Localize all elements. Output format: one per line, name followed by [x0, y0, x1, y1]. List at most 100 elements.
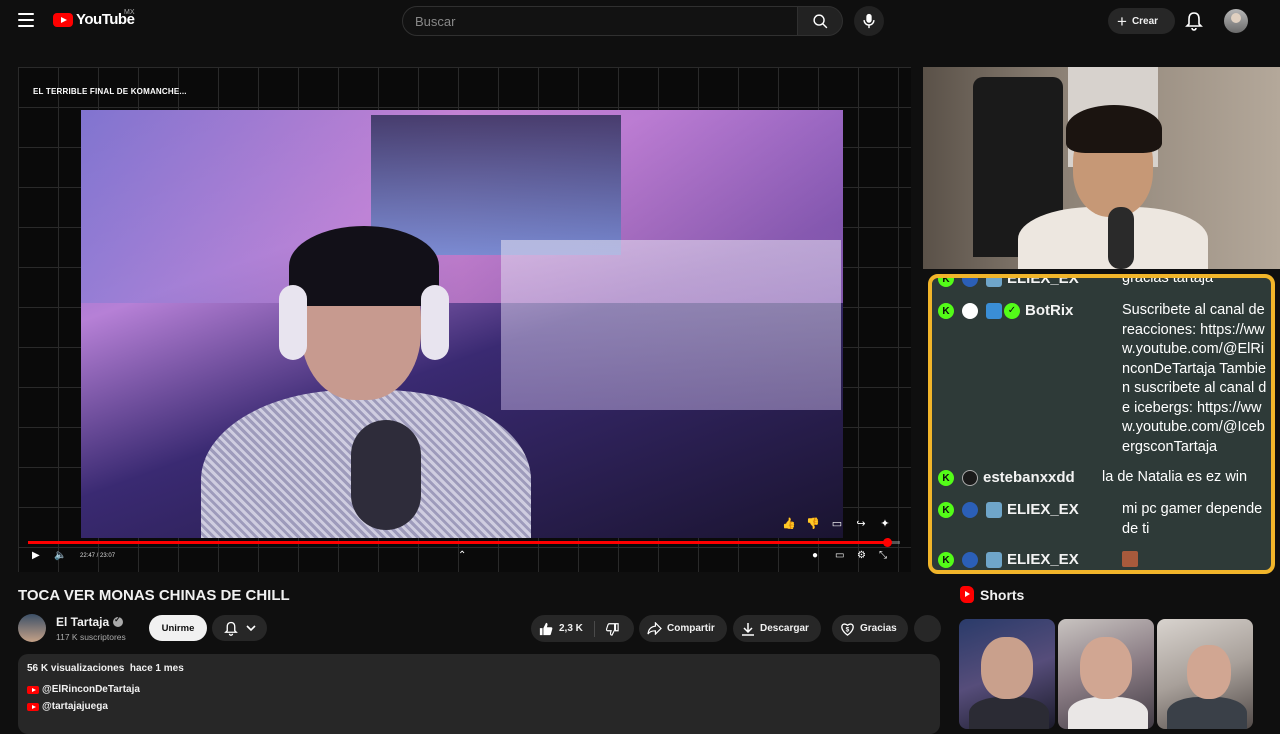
dislike-icon[interactable]: 👎: [806, 517, 820, 530]
subscriber-count: 117 K suscriptores: [56, 632, 126, 642]
thanks-label: Gracias: [860, 623, 897, 634]
settings-gear-icon[interactable]: ⚙: [857, 550, 866, 561]
chat-message: K ELIEX_EX: [932, 543, 1271, 570]
kick-badge-icon: K: [938, 502, 954, 518]
thumb-face: [1187, 645, 1231, 699]
chat-text: gracias tartaja: [1122, 274, 1214, 286]
chat-text: Suscribete al canal de reacciones: https…: [1122, 302, 1267, 455]
search-input[interactable]: [403, 7, 797, 35]
short-thumbnail[interactable]: [959, 619, 1055, 729]
like-button[interactable]: 2,3 K: [531, 620, 595, 637]
shorts-title: Shorts: [980, 586, 1025, 603]
description-box[interactable]: 56 K visualizaciones hace 1 mes @ElRinco…: [18, 654, 940, 734]
search-button[interactable]: [797, 6, 843, 36]
shorts-logo-icon: [960, 586, 974, 603]
sparkle-icon[interactable]: ✦: [879, 517, 891, 530]
volume-icon[interactable]: 🔈: [54, 550, 66, 561]
channel-link[interactable]: @tartajajuega: [27, 701, 108, 712]
channel-avatar[interactable]: [18, 614, 46, 642]
stream-chat-overlay: K ELIEX_EX gracias tartaja K ✓ BotRix Su…: [928, 274, 1275, 574]
shorts-heading: Shorts: [960, 586, 1024, 603]
share-icon[interactable]: ↪: [855, 517, 867, 530]
subscription-bell-button[interactable]: [212, 615, 267, 641]
chat-message: K estebanxxdd la de Natalia es ez win: [932, 461, 1271, 493]
thumb-face: [1080, 637, 1132, 699]
fullscreen-exit-icon[interactable]: ⤡: [879, 550, 887, 561]
kick-badge-icon: K: [938, 470, 954, 486]
thumbs-up-icon: [539, 622, 553, 635]
short-thumbnail[interactable]: [1157, 619, 1253, 729]
bot-badge-icon: [962, 303, 978, 319]
like-icon[interactable]: 👍: [782, 517, 796, 530]
streamer-figure: [201, 190, 531, 538]
account-avatar[interactable]: [1224, 9, 1248, 33]
mask-badge-icon: [962, 502, 978, 518]
video-player[interactable]: EL TERRIBLE FINAL DE KOMANCHE... 👍 👎 ▭ ↪…: [18, 67, 911, 572]
chat-text: la de Natalia es ez win: [1102, 469, 1248, 485]
view-count: 56 K visualizaciones: [27, 663, 125, 674]
create-label: Crear: [1131, 15, 1159, 27]
progress-bar[interactable]: [28, 538, 900, 547]
comment-icon[interactable]: ▭: [831, 517, 843, 530]
notifications-bell-icon[interactable]: [1185, 11, 1203, 36]
thanks-button[interactable]: $ Gracias: [832, 615, 908, 642]
chat-username: estebanxxdd: [983, 469, 1075, 486]
subscriber-badge-icon: [986, 502, 1002, 518]
chat-username: ELIEX_EX: [1007, 501, 1079, 518]
download-icon: [742, 622, 754, 636]
time-display: 22:47 / 23:07: [80, 553, 116, 559]
download-button[interactable]: Descargar: [733, 615, 821, 642]
bell-icon: [223, 621, 238, 636]
thumbs-down-icon: [605, 622, 619, 636]
player-controls: ▶ 🔈 22:47 / 23:07 ⌃ ● ▭ ⚙ ⤡: [18, 547, 911, 567]
search-box[interactable]: [402, 6, 798, 36]
create-button[interactable]: + Crear: [1108, 8, 1175, 34]
chat-username: ELIEX_EX: [1007, 551, 1079, 568]
share-button[interactable]: Compartir: [639, 615, 727, 642]
voice-search-button[interactable]: [854, 6, 884, 36]
youtube-logo[interactable]: YouTube: [53, 11, 135, 28]
youtube-mini-icon: [27, 702, 39, 711]
chat-message: K ✓ BotRix Suscribete al canal de reacci…: [932, 294, 1271, 461]
channel-name[interactable]: El Tartaja: [56, 615, 109, 629]
scrubber-handle[interactable]: [882, 538, 892, 547]
like-dislike-group: 2,3 K: [531, 615, 634, 642]
join-button[interactable]: Unirme: [149, 615, 207, 641]
plus-icon: +: [1117, 11, 1127, 31]
search-icon: [812, 13, 827, 28]
facecam-overlay: [923, 67, 1280, 269]
autoplay-icon[interactable]: ●: [812, 550, 818, 561]
dislike-button[interactable]: [595, 622, 619, 636]
play-icon[interactable]: ▶: [32, 550, 40, 561]
channel-link-text[interactable]: @ElRinconDeTartaja: [42, 684, 140, 695]
channel-link-text[interactable]: @tartajajuega: [42, 701, 108, 712]
subtitles-icon[interactable]: ▭: [835, 550, 844, 561]
kick-badge-icon: K: [938, 278, 954, 287]
more-actions-button[interactable]: [914, 615, 941, 642]
svg-text:$: $: [846, 626, 850, 633]
chat-username: BotRix: [1025, 302, 1074, 319]
region-code: MX: [124, 9, 135, 16]
thumb-body: [1068, 697, 1148, 729]
channel-link[interactable]: @ElRinconDeTartaja: [27, 684, 140, 695]
chevron-up-icon[interactable]: ⌃: [458, 550, 466, 561]
chevron-down-icon: [245, 624, 256, 631]
view-stats: 56 K visualizaciones hace 1 mes: [27, 663, 184, 674]
mask-badge-icon: [962, 278, 978, 287]
short-thumbnail[interactable]: [1058, 619, 1154, 729]
emote-icon: [1122, 551, 1138, 568]
upload-age: hace 1 mes: [129, 663, 184, 674]
user-avatar-icon: [962, 470, 978, 486]
overlay-title: EL TERRIBLE FINAL DE KOMANCHE...: [33, 87, 187, 96]
hamburger-menu-icon[interactable]: [18, 13, 34, 27]
figure-cap: [289, 226, 439, 306]
verified-badge-icon: ✓: [1004, 303, 1020, 319]
cam-hair: [1066, 105, 1162, 153]
youtube-mini-icon: [27, 685, 39, 694]
progress-fill: [28, 541, 888, 544]
player-overlay-actions: 👍 👎 ▭ ↪ ✦: [782, 517, 891, 530]
chat-emote: [1122, 549, 1267, 570]
chat-message: K ELIEX_EX gracias tartaja: [932, 274, 1271, 294]
moderator-sword-icon: [986, 303, 1002, 319]
channel-name-row[interactable]: El Tartaja: [56, 615, 124, 629]
